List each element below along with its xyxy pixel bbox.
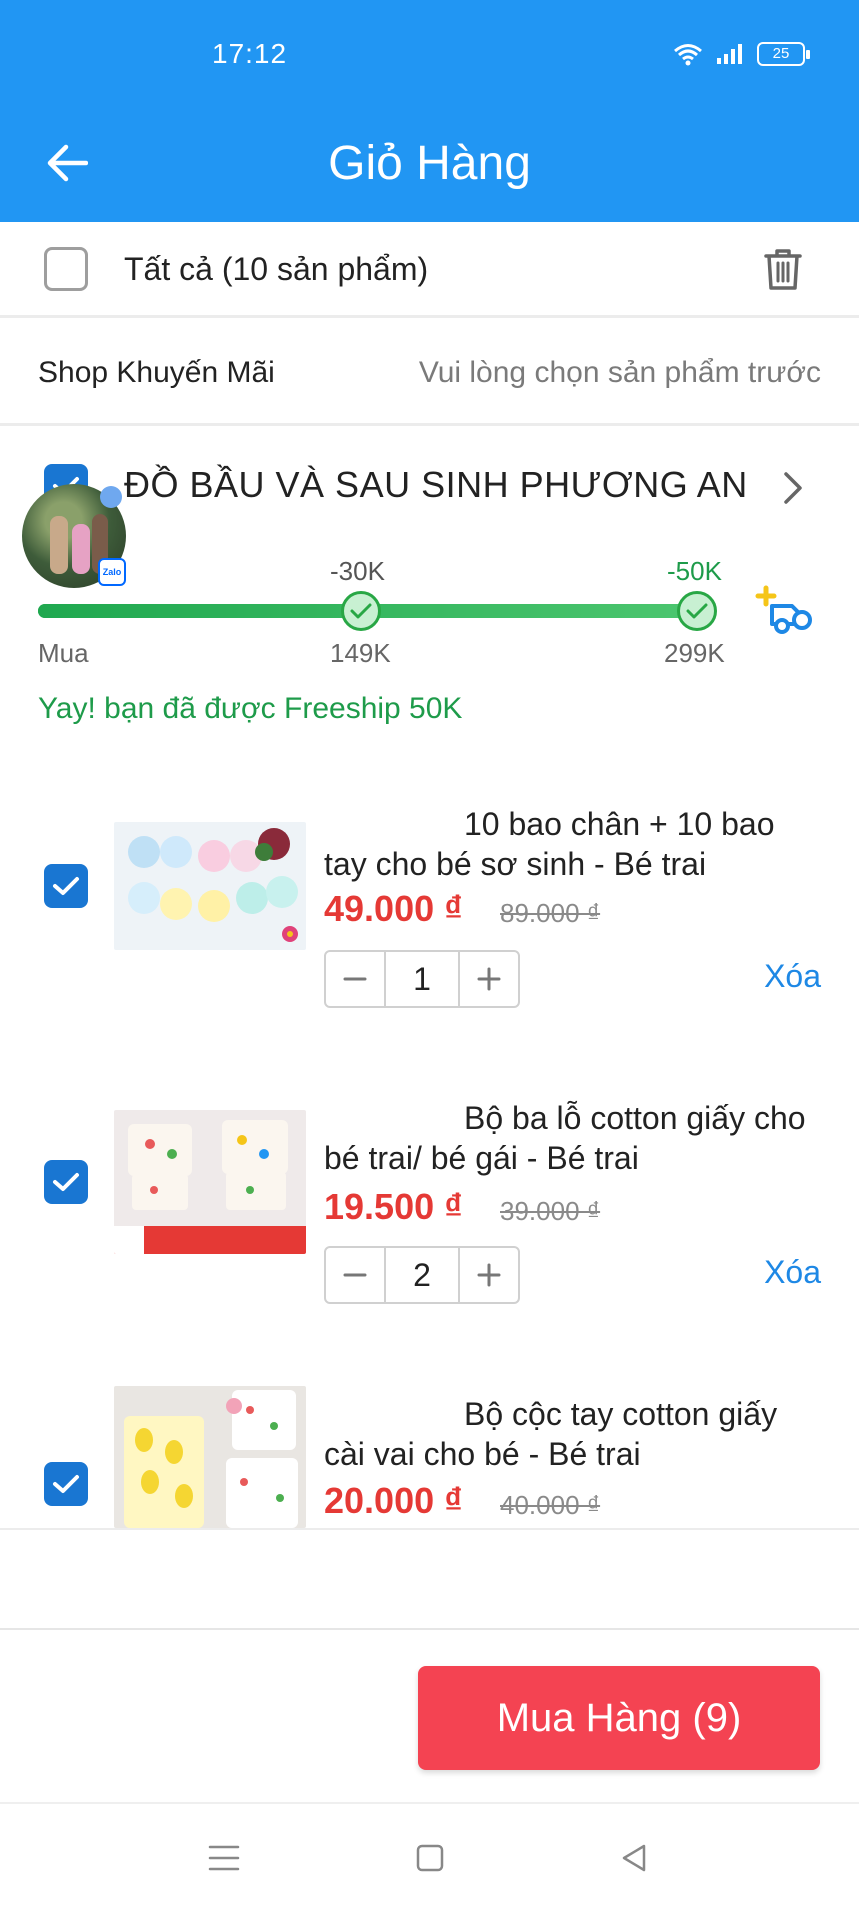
app-bar: Giỏ Hàng — [0, 110, 859, 222]
minus-icon — [343, 1273, 367, 1277]
quantity-value[interactable]: 2 — [384, 1248, 460, 1302]
cart-item: Bộ cộc tay cotton giấy cài vai cho bé - … — [0, 1386, 859, 1528]
milestone-check-1 — [341, 591, 381, 631]
quantity-value[interactable]: 1 — [384, 952, 460, 1006]
status-time: 17:12 — [212, 38, 288, 69]
increase-button[interactable] — [460, 1248, 518, 1302]
back-triangle-icon[interactable] — [614, 1838, 654, 1878]
home-square-icon[interactable] — [410, 1838, 450, 1878]
progress-start-label: Mua — [38, 638, 89, 668]
item-old-price: 39.000 ₫ — [500, 1196, 601, 1226]
check-icon — [53, 1475, 79, 1493]
item-old-price: 89.000 ₫ — [500, 898, 601, 928]
milestone-discount-1: -30K — [330, 556, 385, 586]
check-icon — [686, 603, 708, 619]
item-price: 20.000 ₫ — [324, 1480, 463, 1521]
item-name[interactable]: Bộ ba lỗ cotton giấy cho bé trai/ bé gái… — [324, 1098, 824, 1178]
promo-label: Shop Khuyến Mãi — [38, 356, 275, 389]
check-icon — [53, 877, 79, 895]
shop-header: ĐỒ BẦU VÀ SAU SINH PHƯƠNG AN — [0, 426, 859, 536]
decrease-button[interactable] — [326, 952, 384, 1006]
avatar-notification-dot — [100, 486, 122, 508]
milestone-threshold-1: 149K — [330, 638, 391, 668]
item-thumbnail[interactable] — [114, 822, 306, 950]
select-all-label: Tất cả (10 sản phẩm) — [124, 251, 429, 287]
signal-icon — [717, 44, 742, 64]
decrease-button[interactable] — [326, 1248, 384, 1302]
buy-button[interactable]: Mua Hàng (9) — [418, 1666, 820, 1770]
milestone-discount-2: -50K — [667, 556, 722, 586]
item-thumbnail[interactable] — [114, 1110, 306, 1254]
item-thumbnail[interactable] — [114, 1386, 306, 1528]
item-name[interactable]: 10 bao chân + 10 bao tay cho bé sơ sinh … — [324, 804, 824, 884]
delete-item-link[interactable]: Xóa — [764, 1254, 821, 1291]
wifi-icon — [674, 44, 702, 66]
menu-icon[interactable] — [204, 1838, 244, 1878]
truck-icon — [755, 585, 812, 634]
milestone-threshold-2: 299K — [664, 638, 725, 668]
status-icons: 25 — [673, 42, 810, 66]
select-all-checkbox[interactable] — [44, 247, 88, 291]
zalo-badge: Zalo — [98, 558, 126, 586]
increase-button[interactable] — [460, 952, 518, 1006]
summary-area — [0, 1528, 859, 1628]
cart-item: 10 bao chân + 10 bao tay cho bé sơ sinh … — [0, 796, 859, 1086]
status-bar: 17:12 25 — [0, 0, 859, 110]
promo-hint: Vui lòng chọn sản phẩm trước — [418, 356, 821, 389]
chevron-right-icon[interactable] — [774, 466, 810, 510]
item-checkbox[interactable] — [44, 1160, 88, 1204]
item-checkbox[interactable] — [44, 864, 88, 908]
system-nav-bar — [0, 1802, 859, 1908]
plus-icon — [477, 1263, 501, 1287]
quantity-stepper: 1 — [324, 950, 520, 1008]
item-price: 49.000 ₫ — [324, 888, 463, 929]
milestone-check-2 — [677, 591, 717, 631]
checkout-bar: Mua Hàng (9) — [0, 1628, 859, 1802]
item-checkbox[interactable] — [44, 1462, 88, 1506]
check-icon — [53, 1173, 79, 1191]
select-all-row: Tất cả (10 sản phẩm) — [0, 222, 859, 318]
quantity-stepper: 2 — [324, 1246, 520, 1304]
cart-item: Bộ ba lỗ cotton giấy cho bé trai/ bé gái… — [0, 1092, 859, 1382]
minus-icon — [343, 977, 367, 981]
battery-icon: 25 — [757, 42, 810, 66]
plus-icon — [477, 967, 501, 991]
check-icon — [350, 603, 372, 619]
item-name[interactable]: Bộ cộc tay cotton giấy cài vai cho bé - … — [324, 1394, 824, 1474]
freeship-message: Yay! bạn đã được Freeship 50K — [38, 692, 463, 725]
delete-item-link[interactable]: Xóa — [764, 958, 821, 995]
item-price: 19.500 ₫ — [324, 1186, 463, 1227]
page-title: Giỏ Hàng — [328, 137, 531, 190]
shop-name[interactable]: ĐỒ BẦU VÀ SAU SINH PHƯƠNG AN — [124, 464, 748, 506]
trash-icon[interactable] — [758, 244, 808, 294]
item-old-price: 40.000 ₫ — [500, 1490, 601, 1520]
shop-promo-row[interactable]: Shop Khuyến Mãi Vui lòng chọn sản phẩm t… — [0, 318, 859, 426]
